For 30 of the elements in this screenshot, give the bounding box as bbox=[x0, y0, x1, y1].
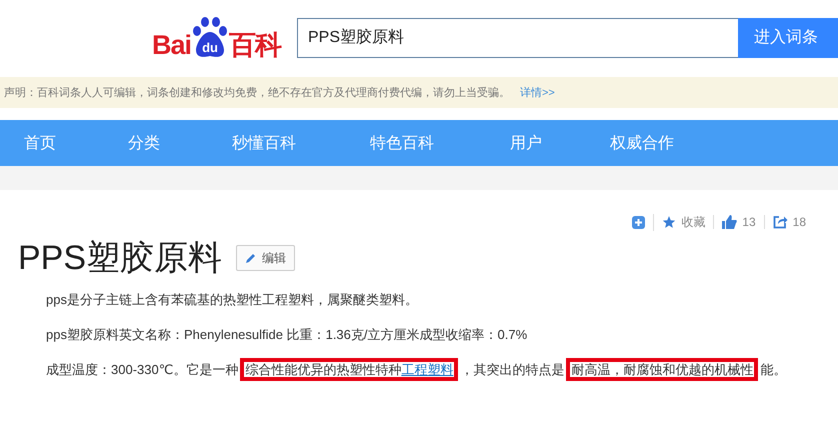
paragraph: 成型温度：300-330℃。它是一种 综合性能优异的热塑性特种工程塑料 ，其突出的特点是 耐高温，耐腐蚀和优越的机械性 能。 bbox=[18, 359, 788, 380]
link[interactable]: 工程塑料 bbox=[401, 362, 454, 377]
nav-item[interactable]: 权威合作 bbox=[610, 132, 674, 154]
details-link[interactable]: 详情>> bbox=[520, 85, 555, 100]
highlight-box: 综合性能优异的热塑性特种工程塑料 bbox=[240, 358, 458, 381]
star-icon[interactable] bbox=[662, 215, 676, 229]
logo-text: du bbox=[201, 40, 219, 54]
search-button[interactable]: 进入词条 bbox=[738, 18, 838, 58]
pencil-icon bbox=[245, 252, 256, 264]
paw-icon bbox=[193, 16, 228, 56]
nav-item[interactable]: 秒懂百科 bbox=[232, 132, 296, 154]
edit-button[interactable]: 编辑 bbox=[236, 245, 296, 271]
favorite-label[interactable]: 收藏 bbox=[681, 214, 706, 230]
article-title: PPS塑胶原料 bbox=[18, 238, 222, 279]
notice-text: 声明：百科词条人人可编辑，词条创建和修改均免费，绝不存在官方及代理商付费代编，请勿上当受骗。 bbox=[4, 86, 510, 100]
nav-item[interactable]: 首页 bbox=[24, 132, 56, 154]
nav-item[interactable]: 分类 bbox=[128, 132, 160, 154]
nav-item[interactable]: 特色百科 bbox=[370, 132, 434, 154]
share-count: 18 bbox=[792, 215, 806, 229]
highlight-box: 耐高温，耐腐蚀和优越的机械性 bbox=[566, 358, 758, 381]
search-field[interactable]: PPS塑胶原料 bbox=[297, 18, 738, 58]
share-icon[interactable] bbox=[772, 215, 788, 229]
add-icon[interactable] bbox=[632, 216, 646, 228]
nav-item[interactable]: 用户 bbox=[510, 132, 542, 154]
paragraph: pps塑胶原料英文名称：Phenylenesulfide 比重：1.36克/立方厘米成型收缩率：0.7% bbox=[45, 326, 528, 344]
like-count: 13 bbox=[742, 215, 756, 229]
logo-text: 百科 bbox=[229, 30, 282, 58]
thumbs-up-icon[interactable] bbox=[722, 215, 738, 229]
paragraph: pps是分子主链上含有苯硫基的热塑性工程塑料，属聚醚类塑料。 bbox=[45, 291, 419, 309]
logo-text: Bai bbox=[152, 30, 192, 58]
